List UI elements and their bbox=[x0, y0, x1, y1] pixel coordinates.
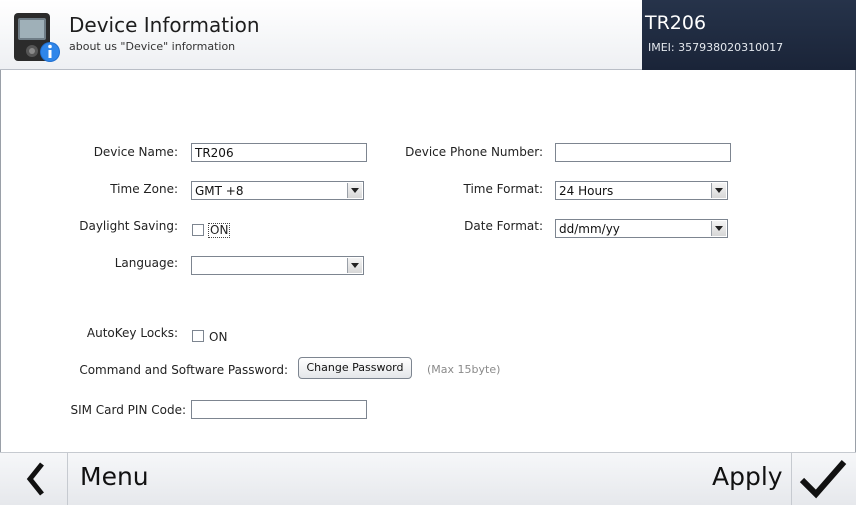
time-zone-select[interactable]: GMT +8 bbox=[191, 181, 364, 200]
footer-divider bbox=[791, 452, 792, 505]
device-name-label: Device Name: bbox=[93, 145, 178, 159]
chevron-down-icon[interactable] bbox=[711, 183, 726, 198]
autokey-locks-on-label: ON bbox=[209, 330, 228, 344]
language-select[interactable] bbox=[191, 256, 364, 275]
date-format-select[interactable]: dd/mm/yy bbox=[555, 219, 728, 238]
sim-pin-input[interactable] bbox=[191, 400, 367, 419]
time-zone-value: GMT +8 bbox=[195, 184, 244, 198]
checkmark-icon[interactable] bbox=[798, 458, 848, 500]
password-label: Command and Software Password: bbox=[79, 363, 288, 377]
sim-pin-label: SIM Card PIN Code: bbox=[70, 403, 186, 417]
autokey-locks-label: AutoKey Locks: bbox=[86, 326, 178, 340]
chevron-down-icon[interactable] bbox=[711, 221, 726, 236]
autokey-locks-checkbox[interactable] bbox=[192, 330, 204, 342]
phone-number-input[interactable] bbox=[555, 143, 731, 162]
chevron-down-icon[interactable] bbox=[347, 258, 362, 273]
daylight-saving-label: Daylight Saving: bbox=[79, 219, 178, 233]
page-subtitle: about us "Device" information bbox=[69, 40, 236, 53]
device-name-input[interactable]: TR206 bbox=[191, 143, 367, 162]
window-frame bbox=[0, 0, 856, 505]
daylight-saving-on-label: ON bbox=[208, 223, 231, 238]
date-format-label: Date Format: bbox=[464, 219, 543, 233]
device-id-panel bbox=[642, 0, 856, 70]
imei-text: IMEI: 357938020310017 bbox=[648, 41, 784, 54]
apply-button[interactable]: Apply bbox=[712, 462, 783, 491]
time-zone-label: Time Zone: bbox=[110, 182, 178, 196]
time-format-select[interactable]: 24 Hours bbox=[555, 181, 728, 200]
language-label: Language: bbox=[114, 256, 178, 270]
date-format-value: dd/mm/yy bbox=[559, 222, 620, 236]
chevron-down-icon[interactable] bbox=[347, 183, 362, 198]
time-format-value: 24 Hours bbox=[559, 184, 614, 198]
page-title: Device Information bbox=[69, 13, 260, 37]
device-model-title: TR206 bbox=[645, 12, 707, 34]
device-info-icon bbox=[14, 13, 60, 62]
change-password-button[interactable]: Change Password bbox=[298, 357, 412, 379]
daylight-saving-checkbox[interactable] bbox=[192, 224, 204, 236]
menu-button[interactable]: Menu bbox=[80, 462, 149, 491]
password-hint: (Max 15byte) bbox=[427, 363, 501, 376]
phone-number-label: Device Phone Number: bbox=[405, 145, 543, 159]
time-format-label: Time Format: bbox=[463, 182, 543, 196]
chevron-left-icon[interactable] bbox=[24, 462, 48, 496]
footer-divider bbox=[67, 452, 68, 505]
